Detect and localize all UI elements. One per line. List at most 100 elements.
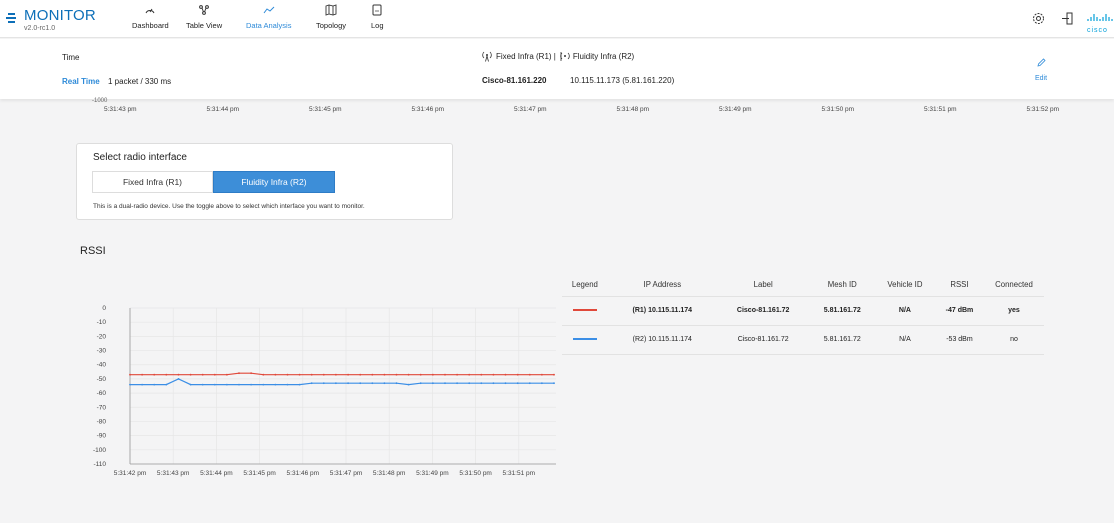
data-point bbox=[528, 373, 531, 376]
nav-log[interactable]: Log bbox=[371, 4, 384, 30]
y-tick-label: -80 bbox=[97, 418, 107, 425]
nav-dashboard[interactable]: Dashboard bbox=[132, 4, 169, 30]
data-point bbox=[553, 382, 555, 385]
data-point bbox=[226, 373, 228, 376]
nav-table-view[interactable]: Table View bbox=[186, 4, 222, 30]
x-tick-label: 5:31:47 pm bbox=[330, 470, 363, 477]
edit-label: Edit bbox=[1034, 75, 1048, 82]
data-point bbox=[480, 382, 483, 385]
edit-button[interactable]: Edit bbox=[1029, 55, 1053, 82]
data-point bbox=[298, 373, 301, 376]
x-tick-label: 5:31:44 pm bbox=[200, 470, 233, 477]
row-connected: no bbox=[983, 324, 1044, 355]
y-tick-label: -60 bbox=[97, 390, 107, 397]
row-vehicle: N/A bbox=[874, 295, 935, 325]
data-point bbox=[347, 382, 349, 385]
device-header: Time Real Time 1 packet / 330 ms Fixed I… bbox=[0, 39, 1114, 99]
map-icon bbox=[325, 4, 337, 16]
data-point bbox=[347, 373, 349, 376]
data-point bbox=[286, 383, 289, 386]
upper-x-tick: 5:31:48 pm bbox=[616, 106, 650, 113]
data-point bbox=[468, 382, 471, 385]
row-vehicle: N/A bbox=[874, 324, 935, 355]
x-tick-label: 5:31:51 pm bbox=[503, 470, 536, 477]
data-point bbox=[541, 382, 543, 385]
data-point bbox=[201, 373, 204, 376]
network-icon bbox=[199, 5, 209, 15]
device-ips: 10.115.11.173 (5.81.161.220) bbox=[570, 76, 675, 85]
radio-r1-label: Fixed Infra (R1) | bbox=[496, 52, 556, 61]
realtime-toggle[interactable]: Real Time bbox=[62, 77, 100, 86]
y-tick-label: -50 bbox=[97, 376, 107, 383]
data-point bbox=[553, 373, 555, 376]
upper-x-tick: 5:31:44 pm bbox=[206, 106, 240, 113]
nav-topology[interactable]: Topology bbox=[316, 4, 346, 30]
data-point bbox=[432, 382, 434, 385]
data-point bbox=[274, 383, 277, 386]
radio-info: Fixed Infra (R1) | Fluidity Infra (R2) bbox=[482, 51, 634, 62]
data-point bbox=[492, 373, 495, 376]
x-tick-label: 5:31:46 pm bbox=[287, 470, 320, 477]
data-point bbox=[419, 382, 422, 385]
data-point bbox=[383, 382, 386, 385]
gauge-icon bbox=[145, 8, 155, 14]
legend-header-row: Legend IP Address Label Mesh ID Vehicle … bbox=[562, 274, 1044, 296]
data-point bbox=[250, 372, 253, 375]
data-point bbox=[189, 373, 192, 376]
upper-x-tick: 5:31:51 pm bbox=[924, 106, 957, 113]
legend-swatch bbox=[562, 324, 608, 355]
fluidity-icon bbox=[560, 52, 570, 61]
upper-x-tick: 5:31:47 pm bbox=[514, 106, 547, 113]
data-point bbox=[492, 382, 495, 385]
row-mesh: 5.81.161.72 bbox=[809, 295, 875, 325]
data-point bbox=[516, 373, 519, 376]
x-tick-label: 5:31:48 pm bbox=[373, 470, 406, 477]
data-point bbox=[322, 373, 325, 376]
upper-x-tick: 5:31:46 pm bbox=[411, 106, 445, 113]
time-label: Time bbox=[62, 53, 80, 62]
row-rssi: -53 dBm bbox=[934, 324, 984, 355]
y-tick-label: -90 bbox=[97, 433, 107, 440]
data-point bbox=[310, 382, 313, 385]
menu-icon[interactable] bbox=[6, 12, 18, 24]
settings-icon[interactable] bbox=[1032, 12, 1045, 30]
logout-icon[interactable] bbox=[1061, 12, 1074, 30]
row-connected: yes bbox=[983, 295, 1044, 325]
x-tick-label: 5:31:49 pm bbox=[416, 470, 449, 477]
data-point bbox=[153, 383, 156, 386]
data-point bbox=[141, 373, 143, 376]
rssi-title: RSSI bbox=[80, 245, 106, 257]
row-label: Cisco-81.161.72 bbox=[716, 324, 810, 355]
data-point bbox=[226, 383, 228, 386]
table-row[interactable]: (R2) 10.115.11.174 Cisco-81.161.72 5.81.… bbox=[562, 324, 1044, 355]
data-point bbox=[528, 382, 531, 385]
upper-x-tick: 5:31:50 pm bbox=[821, 106, 855, 113]
app-brand[interactable]: MONITOR v2.0-rc1.0 bbox=[24, 7, 96, 32]
table-row[interactable]: (R1) 10.115.11.174 Cisco-81.161.72 5.81.… bbox=[562, 295, 1044, 325]
nav-data-analysis[interactable]: Data Analysis bbox=[246, 4, 291, 30]
log-file-icon bbox=[372, 4, 382, 16]
row-mesh: 5.81.161.72 bbox=[809, 324, 875, 355]
data-point bbox=[359, 373, 362, 376]
data-point bbox=[262, 373, 265, 376]
data-point bbox=[371, 382, 374, 385]
data-point bbox=[238, 372, 240, 375]
data-point bbox=[141, 383, 143, 386]
series-line-1 bbox=[130, 372, 554, 376]
segment-fixed-infra[interactable]: Fixed Infra (R1) bbox=[92, 171, 213, 193]
data-point bbox=[419, 373, 422, 376]
data-point bbox=[444, 373, 446, 376]
radio-r2-label: Fluidity Infra (R2) bbox=[572, 52, 635, 61]
x-tick-label: 5:31:42 pm bbox=[114, 470, 147, 477]
data-point bbox=[395, 373, 398, 376]
data-point bbox=[322, 382, 325, 385]
rssi-chart: 0 -10 -20 -30 -40 -50 -60 -70 -80 -90 -100 -110 5:31… bbox=[93, 305, 556, 477]
data-point bbox=[165, 373, 168, 376]
data-point bbox=[383, 373, 386, 376]
segment-fluidity-infra[interactable]: Fluidity Infra (R2) bbox=[213, 171, 335, 193]
app-title: MONITOR bbox=[24, 7, 96, 24]
x-tick-label: 5:31:50 pm bbox=[459, 470, 492, 477]
legend-swatch bbox=[562, 295, 608, 325]
x-tick-label: 5:31:45 pm bbox=[243, 470, 276, 477]
data-point bbox=[456, 382, 458, 385]
